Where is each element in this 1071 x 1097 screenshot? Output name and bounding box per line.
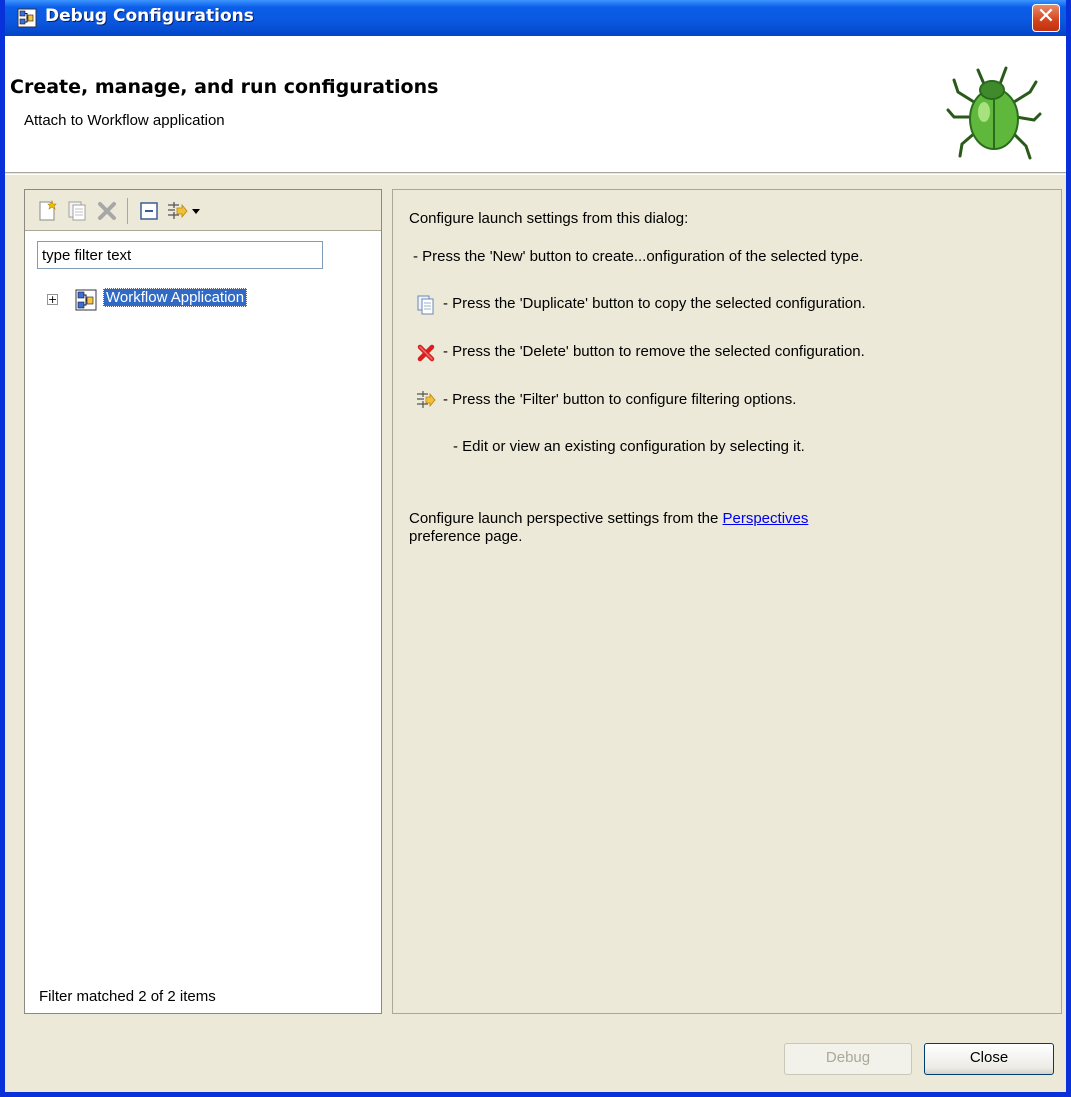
intro-text: Configure launch settings from this dial… [409, 210, 689, 227]
help-duplicate: - Press the 'Duplicate' button to copy t… [443, 295, 866, 312]
bug-icon [946, 66, 1042, 160]
workflow-application-icon [75, 289, 97, 311]
launch-settings-panel: Configure launch settings from this dial… [392, 189, 1062, 1014]
filter-icon[interactable] [165, 199, 189, 223]
header-title: Create, manage, and run configurations [10, 76, 439, 98]
perspectives-link[interactable]: Perspectives [723, 510, 809, 527]
help-filter: - Press the 'Filter' button to configure… [443, 391, 797, 408]
help-delete: - Press the 'Delete' button to remove th… [443, 343, 865, 360]
window-title: Debug Configurations [45, 6, 254, 26]
perspective-suffix: preference page. [409, 528, 523, 545]
expand-icon[interactable]: + [47, 294, 58, 305]
new-config-icon[interactable] [35, 199, 59, 223]
filter-status: Filter matched 2 of 2 items [39, 988, 216, 1005]
delete-icon[interactable] [95, 199, 119, 223]
filter-input[interactable] [37, 241, 323, 269]
filter-icon [417, 391, 436, 408]
close-window-button[interactable]: ✕ [1032, 4, 1060, 32]
delete-icon [417, 344, 435, 362]
debug-configurations-dialog: Debug Configurations ✕ Create, manage, a… [0, 0, 1071, 1097]
help-new: - Press the 'New' button to create...onf… [413, 248, 864, 265]
tree-item-workflow-application[interactable]: + Workflow Application [43, 288, 363, 312]
debug-button[interactable]: Debug [784, 1043, 912, 1075]
toolbar-separator [127, 198, 128, 224]
header-divider [5, 174, 1066, 175]
debug-config-icon [17, 8, 37, 28]
help-edit: - Edit or view an existing configuration… [453, 438, 805, 455]
duplicate-icon [417, 295, 434, 315]
dropdown-arrow-icon[interactable] [189, 199, 203, 223]
perspective-prefix: Configure launch perspective settings fr… [409, 510, 723, 527]
duplicate-icon[interactable] [65, 199, 89, 223]
tree-item-label[interactable]: Workflow Application [103, 288, 248, 307]
close-button[interactable]: Close [924, 1043, 1054, 1075]
title-bar[interactable]: Debug Configurations ✕ [5, 0, 1066, 36]
header-subtitle: Attach to Workflow application [24, 112, 225, 129]
launch-config-tree-panel: + Workflow Application Filter matched 2 … [24, 189, 382, 1014]
perspective-text: Configure launch perspective settings fr… [409, 510, 808, 527]
dialog-header: Create, manage, and run configurations A… [5, 36, 1066, 173]
launch-config-toolbar [25, 190, 381, 231]
collapse-all-icon[interactable] [137, 199, 161, 223]
